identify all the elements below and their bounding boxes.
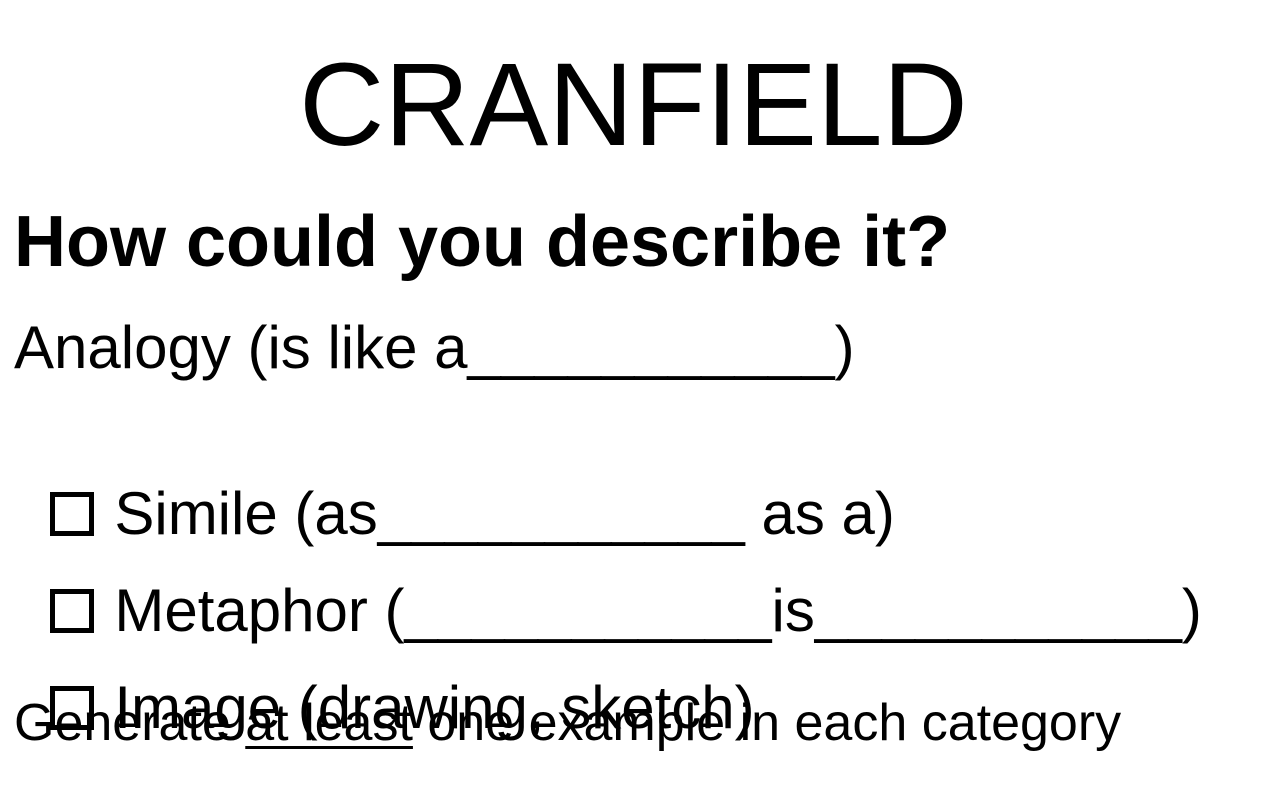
instruction-text-end: one example in each category (412, 694, 1122, 752)
analogy-line: Analogy (is like a___________) (14, 314, 855, 381)
instruction-emphasis: at least (245, 694, 413, 752)
section-heading: How could you describe it? (14, 202, 951, 282)
instruction-text: Generate at least one example in each ca… (14, 692, 1121, 754)
page-title: CRANFIELD (299, 39, 968, 171)
instruction-text-start: Generate (14, 694, 246, 752)
